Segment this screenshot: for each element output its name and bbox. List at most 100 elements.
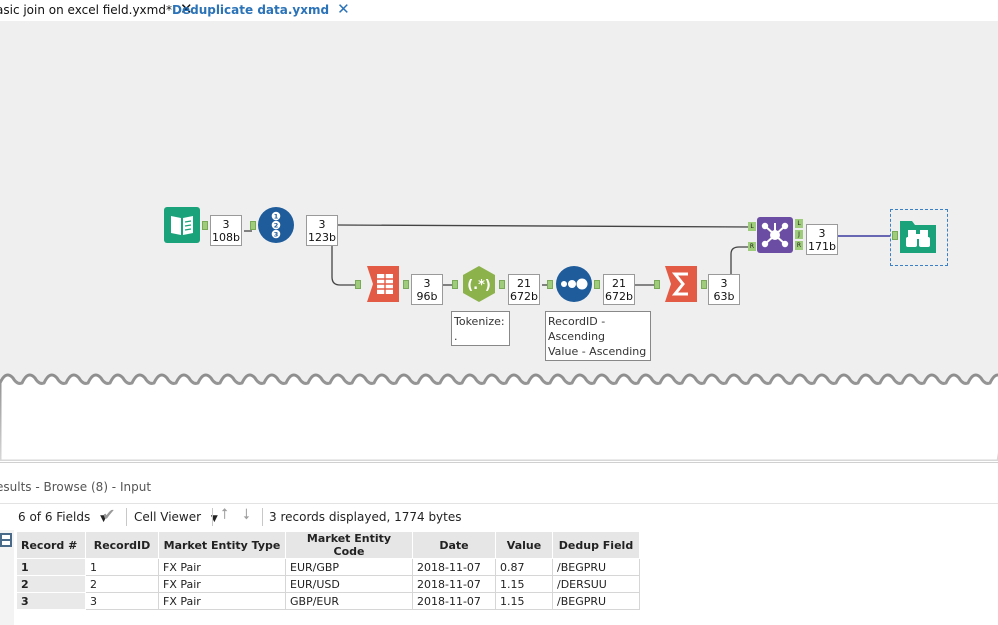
results-title: esults - Browse (8) - Input — [0, 480, 152, 494]
annotation-line: Tokenize: — [454, 315, 505, 328]
table-cell[interactable]: 2018-11-07 — [412, 575, 496, 593]
output-anchor[interactable] — [403, 280, 409, 289]
toolbar-separator — [126, 508, 127, 526]
column-header[interactable]: Record # — [16, 531, 86, 559]
tab-label: Deduplicate data.yxmd — [172, 3, 330, 17]
table-cell[interactable]: EUR/GBP — [285, 558, 413, 576]
row-number-cell: 3 — [16, 592, 86, 610]
join-left-output-anchor[interactable]: L — [795, 219, 803, 228]
join-right-input-anchor[interactable]: R — [748, 242, 756, 251]
table-row[interactable]: 3 3 FX Pair GBP/EUR 2018-11-07 1.15 /BEG… — [16, 592, 640, 610]
join-left-input-anchor[interactable]: L — [748, 222, 756, 231]
panel-divider[interactable] — [0, 462, 998, 463]
tab-deduplicate-data[interactable]: Deduplicate data.yxmd ✕ — [172, 2, 350, 18]
grid-view-icon[interactable] — [0, 533, 12, 547]
browse-binoculars-icon[interactable] — [900, 217, 936, 253]
tokenize-annotation: Tokenize: . — [451, 311, 510, 346]
regex-icon[interactable]: (.*) — [461, 266, 497, 302]
record-count: 21 — [612, 277, 626, 290]
byte-count: 96b — [416, 290, 438, 303]
input-anchor[interactable] — [654, 280, 660, 289]
byte-count: 672b — [605, 290, 633, 303]
tab-basic-join[interactable]: asic join on excel field.yxmd* ✕ — [0, 2, 193, 18]
close-icon[interactable]: ✕ — [337, 2, 350, 17]
table-cell[interactable]: 2018-11-07 — [412, 558, 496, 576]
toolbar-separator — [262, 508, 263, 526]
table-cell[interactable]: 1.15 — [495, 575, 553, 593]
annotation-line: . — [454, 330, 458, 343]
row-number-cell: 1 — [16, 558, 86, 576]
digit-2: 2 — [274, 221, 279, 229]
arrow-down-icon[interactable]: ⭣ — [243, 506, 250, 522]
input-anchor[interactable] — [547, 280, 553, 289]
arrow-up-icon[interactable]: ⭡ — [221, 506, 228, 522]
text-to-columns-icon[interactable] — [365, 266, 401, 302]
record-count: 3 — [423, 277, 431, 290]
record-id-icon[interactable]: 1 2 3 — [258, 207, 294, 243]
table-cell[interactable]: /BEGPRU — [552, 592, 640, 610]
byte-count: 63b — [713, 290, 735, 303]
record-count-box: 3 171b — [806, 224, 838, 255]
byte-count: 171b — [808, 240, 836, 253]
table-cell[interactable]: 2018-11-07 — [412, 592, 496, 610]
digit-1: 1 — [274, 212, 279, 220]
table-row[interactable]: 2 2 FX Pair EUR/USD 2018-11-07 1.15 /DER… — [16, 575, 640, 593]
record-count: 3 — [222, 218, 230, 231]
column-header[interactable]: Market Entity Type — [158, 531, 286, 559]
tab-label: asic join on excel field.yxmd* — [0, 3, 172, 17]
regex-symbol: (.*) — [467, 278, 491, 293]
column-header[interactable]: Market Entity Code — [285, 531, 413, 559]
table-cell[interactable]: FX Pair — [158, 575, 286, 593]
annotation-line: Ascending — [548, 330, 606, 343]
connection-summarize-to-join-right — [730, 246, 752, 274]
sort-icon[interactable] — [556, 266, 592, 302]
output-anchor[interactable] — [499, 280, 505, 289]
byte-count: 108b — [212, 231, 240, 244]
summarize-sigma-icon[interactable] — [663, 266, 699, 302]
table-cell[interactable]: 1 — [85, 558, 159, 576]
table-cell[interactable]: 3 — [85, 592, 159, 610]
record-count-box: 3 96b — [411, 274, 443, 305]
table-cell[interactable]: 2 — [85, 575, 159, 593]
digit-3: 3 — [274, 230, 279, 238]
record-count: 3 — [818, 227, 826, 240]
output-anchor[interactable] — [701, 280, 707, 289]
input-data-book-icon[interactable] — [164, 207, 200, 243]
table-cell[interactable]: 0.87 — [495, 558, 553, 576]
results-toolbar: 6 of 6 Fields ▼ ✔ Cell Viewer ▼ ⭡ ⭣ 3 re… — [0, 503, 998, 530]
input-anchor[interactable] — [452, 280, 458, 289]
column-header[interactable]: Value — [495, 531, 553, 559]
results-table: Record # RecordID Market Entity Type Mar… — [16, 531, 640, 610]
checkmark-icon[interactable]: ✔ — [102, 507, 115, 523]
table-cell[interactable]: FX Pair — [158, 558, 286, 576]
table-row[interactable]: 1 1 FX Pair EUR/GBP 2018-11-07 0.87 /BEG… — [16, 558, 640, 576]
records-info: 3 records displayed, 1774 bytes — [269, 510, 462, 524]
workflow-canvas[interactable]: 3 108b 1 2 3 3 123b 3 96b (.*) 21 672b 2… — [0, 21, 998, 461]
table-cell[interactable]: 1.15 — [495, 592, 553, 610]
output-anchor[interactable] — [202, 221, 208, 230]
row-number-cell: 2 — [16, 575, 86, 593]
column-header[interactable]: RecordID — [85, 531, 159, 559]
table-cell[interactable]: FX Pair — [158, 592, 286, 610]
input-anchor[interactable] — [250, 221, 256, 230]
join-icon[interactable] — [757, 217, 793, 253]
cell-viewer-dropdown[interactable]: Cell Viewer ▼ — [134, 509, 218, 527]
connections-layer — [244, 224, 890, 286]
column-header[interactable]: Date — [412, 531, 496, 559]
input-anchor[interactable] — [355, 280, 361, 289]
join-inner-output-anchor[interactable]: J — [795, 230, 803, 239]
column-header[interactable]: Dedup Field — [552, 531, 640, 559]
byte-count: 123b — [308, 231, 336, 244]
table-cell[interactable]: EUR/USD — [285, 575, 413, 593]
join-right-output-anchor[interactable]: R — [795, 241, 803, 250]
byte-count: 672b — [510, 290, 538, 303]
table-cell[interactable]: GBP/EUR — [285, 592, 413, 610]
table-cell[interactable]: /BEGPRU — [552, 558, 640, 576]
record-count-box: 21 672b — [603, 274, 635, 305]
annotation-line: Value - Ascending — [548, 345, 647, 358]
table-cell[interactable]: /DERSUU — [552, 575, 640, 593]
input-anchor[interactable] — [892, 231, 898, 240]
fields-label: 6 of 6 Fields — [18, 510, 91, 524]
fields-selector[interactable]: 6 of 6 Fields ▼ — [18, 509, 107, 527]
output-anchor[interactable] — [594, 280, 600, 289]
